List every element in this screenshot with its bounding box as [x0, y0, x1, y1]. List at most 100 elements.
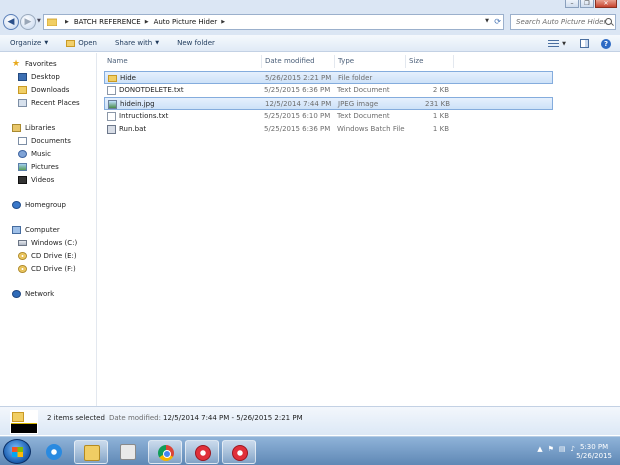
organize-label: Organize [10, 39, 42, 47]
nav-item-favorites[interactable]: ★ Favorites [12, 60, 57, 69]
file-row[interactable]: Hide 5/26/2015 2:21 PM File folder [104, 71, 553, 84]
search-placeholder: Search Auto Picture Hider [516, 18, 607, 26]
close-button[interactable]: ✕ [595, 0, 617, 8]
new-folder-button[interactable]: New folder [177, 39, 215, 47]
documents-icon [18, 137, 27, 145]
taskbar-internet-explorer[interactable] [37, 440, 71, 464]
breadcrumb-batch-reference[interactable]: BATCH REFERENCE ▶ [74, 18, 154, 26]
forward-button[interactable]: ▶ [20, 14, 36, 30]
chevron-down-icon: ▼ [155, 40, 160, 46]
file-date-modified: 5/25/2015 6:10 PM [264, 112, 331, 120]
nav-item-homegroup[interactable]: Homegroup [12, 201, 66, 209]
open-button[interactable]: Open [66, 39, 97, 47]
nav-item-computer[interactable]: Computer [12, 226, 60, 234]
minimize-button[interactable]: – [565, 0, 579, 8]
help-icon[interactable]: ? [601, 38, 611, 49]
nav-label: Network [25, 290, 55, 298]
chevron-down-icon[interactable]: ▼ [562, 41, 566, 47]
selected-count: 2 items selected [47, 414, 105, 422]
file-name: Run.bat [119, 125, 147, 133]
nav-item-libraries[interactable]: Libraries [12, 124, 55, 132]
date-modified-value: 12/5/2014 7:44 PM - 5/26/2015 2:21 PM [163, 414, 303, 422]
taskbar-chrome[interactable] [148, 440, 182, 464]
nav-label: Desktop [31, 73, 60, 81]
column-header-size[interactable]: Size [409, 55, 423, 68]
nav-item-pictures[interactable]: Pictures [18, 163, 59, 171]
clock-date: 5/26/2015 [576, 452, 612, 460]
media-player-icon [120, 444, 136, 460]
nav-label: Documents [31, 137, 71, 145]
taskbar-media-player[interactable] [111, 440, 145, 464]
breadcrumb-label: Auto Picture Hider [153, 18, 218, 26]
open-folder-icon [66, 39, 76, 47]
action-center-icon[interactable]: ⚑ [548, 445, 554, 453]
volume-icon[interactable]: ♪ [571, 445, 575, 453]
nav-item-network[interactable]: Network [12, 290, 54, 298]
nav-label: Windows (C:) [31, 239, 78, 247]
column-divider[interactable] [334, 55, 335, 68]
breadcrumb-label: BATCH REFERENCE [73, 18, 141, 26]
column-divider[interactable] [261, 55, 262, 68]
taskbar-itunes-1[interactable] [185, 440, 219, 464]
folder-icon [47, 18, 57, 26]
file-name: Intructions.txt [119, 112, 169, 120]
address-history-dropdown-icon[interactable]: ▼ [485, 18, 489, 24]
address-bar[interactable]: ▶ BATCH REFERENCE ▶ Auto Picture Hider ▶ ▼… [43, 14, 504, 30]
file-date-modified: 5/25/2015 6:36 PM [264, 125, 331, 133]
change-view-icon[interactable] [548, 39, 560, 48]
windows-explorer-icon [84, 445, 100, 461]
details-pane: 2 items selected Date modified: 12/5/201… [0, 406, 620, 435]
column-divider[interactable] [453, 55, 454, 68]
organize-menu[interactable]: Organize ▼ [10, 39, 48, 47]
network-tray-icon[interactable]: ▤ [559, 445, 566, 453]
file-row[interactable]: DONOTDELETE.txt 5/25/2015 6:36 PM Text D… [104, 84, 553, 97]
file-row[interactable]: Intructions.txt 5/25/2015 6:10 PM Text D… [104, 110, 553, 123]
refresh-icon[interactable]: ⟳ [494, 17, 501, 26]
back-button[interactable]: ◀ [3, 14, 19, 30]
batch-file-icon [107, 125, 116, 134]
title-bar: – ❐ ✕ [0, 0, 620, 9]
chevron-down-icon: ▼ [44, 40, 49, 46]
nav-item-downloads[interactable]: Downloads [18, 86, 69, 94]
new-folder-label: New folder [177, 39, 215, 47]
column-header-type[interactable]: Type [338, 55, 354, 68]
search-input[interactable]: Search Auto Picture Hider [510, 14, 616, 30]
column-header-name[interactable]: Name [107, 55, 128, 68]
start-button[interactable] [3, 439, 31, 464]
breadcrumb-separator-root[interactable]: ▶ [61, 19, 74, 25]
nav-item-cd-drive-e[interactable]: CD Drive (E:) [18, 252, 77, 260]
nav-item-desktop[interactable]: Desktop [18, 73, 60, 81]
tray-overflow-icon[interactable]: ▲ [537, 445, 542, 453]
music-icon [18, 150, 27, 158]
navigation-pane: ★ Favorites Desktop Downloads Recent Plac… [0, 53, 97, 406]
recent-pages-dropdown-icon[interactable]: ▼ [37, 18, 41, 24]
nav-item-music[interactable]: Music [18, 150, 51, 158]
file-date-modified: 5/25/2015 6:36 PM [264, 86, 331, 94]
pictures-icon [18, 163, 27, 171]
nav-item-videos[interactable]: Videos [18, 176, 54, 184]
nav-item-documents[interactable]: Documents [18, 137, 71, 145]
itunes-icon [195, 445, 211, 461]
windows-logo-icon [12, 447, 23, 457]
taskbar: ▲ ⚑ ▤ ♪ 5:30 PM 5/26/2015 [0, 436, 620, 465]
column-divider[interactable] [405, 55, 406, 68]
nav-item-windows-c[interactable]: Windows (C:) [18, 239, 77, 247]
nav-item-cd-drive-f[interactable]: CD Drive (F:) [18, 265, 76, 273]
nav-label: Recent Places [31, 99, 80, 107]
nav-item-recent-places[interactable]: Recent Places [18, 99, 80, 107]
clock[interactable]: 5:30 PM 5/26/2015 [576, 443, 612, 461]
videos-icon [18, 176, 27, 184]
breadcrumb-auto-picture-hider[interactable]: Auto Picture Hider ▶ [154, 18, 230, 26]
column-header-date-modified[interactable]: Date modified [265, 55, 315, 68]
chrome-icon [158, 445, 174, 461]
preview-pane-icon[interactable] [580, 39, 589, 48]
file-row[interactable]: hidein.jpg 12/5/2014 7:44 PM JPEG image … [104, 97, 553, 110]
maximize-button[interactable]: ❐ [580, 0, 594, 8]
search-icon[interactable] [605, 18, 612, 25]
taskbar-windows-explorer[interactable] [74, 440, 108, 464]
taskbar-itunes-2[interactable] [222, 440, 256, 464]
file-row[interactable]: Run.bat 5/25/2015 6:36 PM Windows Batch … [104, 123, 553, 136]
share-with-menu[interactable]: Share with ▼ [115, 39, 159, 47]
libraries-icon [12, 124, 21, 132]
recent-places-icon [18, 99, 27, 107]
